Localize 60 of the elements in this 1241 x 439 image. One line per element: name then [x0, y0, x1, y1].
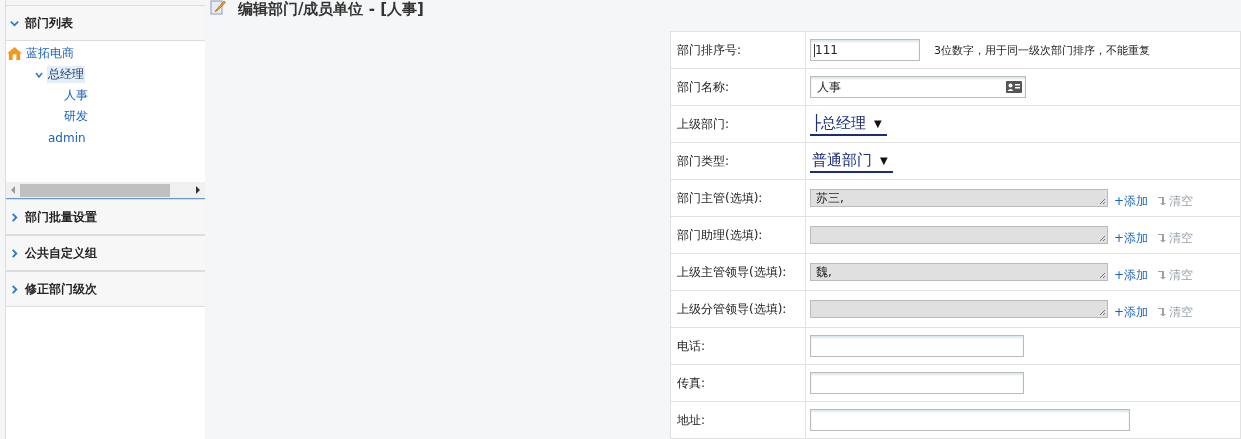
- tree-item[interactable]: admin: [47, 130, 87, 145]
- edit-icon: [210, 0, 226, 15]
- dropdown[interactable]: 普通部门 ▼: [810, 149, 893, 173]
- chevron-icon: [10, 18, 19, 28]
- tree-item[interactable]: 蓝拓电商: [25, 45, 75, 62]
- chevron-icon: [10, 212, 19, 222]
- hint-text: 3位数字，用于同一级次部门排序，不能重复: [934, 42, 1150, 58]
- field-label: 部门助理(选填):: [677, 227, 763, 242]
- input-field[interactable]: 111: [810, 39, 920, 61]
- add-link[interactable]: +添加: [1114, 303, 1149, 321]
- input-field[interactable]: [810, 409, 1130, 431]
- field-label: 部门排序号:: [677, 42, 742, 57]
- clear-icon: [1157, 270, 1168, 280]
- chevron-icon: [10, 248, 19, 258]
- field-label: 地址:: [677, 412, 706, 427]
- input-field[interactable]: [810, 335, 1024, 357]
- input-field[interactable]: 人事: [810, 76, 1026, 98]
- resize-grip-icon[interactable]: [1098, 197, 1106, 205]
- field-label: 部门名称:: [677, 79, 730, 94]
- add-link[interactable]: +添加: [1114, 192, 1149, 210]
- expand-icon[interactable]: [35, 70, 43, 79]
- section-header[interactable]: 修正部门级次: [6, 271, 205, 307]
- add-link[interactable]: +添加: [1114, 229, 1149, 247]
- section-title: 部门批量设置: [25, 208, 97, 226]
- add-link[interactable]: +添加: [1114, 266, 1149, 284]
- text-area[interactable]: 魏,: [810, 263, 1108, 281]
- tree-item[interactable]: 研发: [63, 108, 89, 125]
- contact-card-icon: [1006, 81, 1022, 93]
- section-title: 修正部门级次: [25, 280, 97, 298]
- field-label: 部门主管(选填):: [677, 190, 763, 205]
- tree-item[interactable]: 总经理: [47, 66, 85, 83]
- page-title: 编辑部门/成员单位 - [人事]: [238, 0, 424, 19]
- horizontal-scrollbar[interactable]: [6, 182, 205, 198]
- field-label: 传真:: [677, 375, 706, 390]
- resize-grip-icon[interactable]: [1098, 234, 1106, 242]
- field-label: 部门类型:: [677, 153, 730, 168]
- text-area[interactable]: 苏三,: [810, 189, 1108, 207]
- resize-grip-icon[interactable]: [1098, 308, 1106, 316]
- section-title: 公共自定义组: [25, 244, 97, 262]
- section-header[interactable]: 公共自定义组: [6, 235, 205, 271]
- field-label: 电话:: [677, 338, 706, 353]
- chevron-icon: [10, 284, 19, 294]
- clear-icon: [1157, 307, 1168, 317]
- home-icon: [6, 46, 23, 61]
- text-area[interactable]: [810, 226, 1108, 244]
- field-label: 上级分管领导(选填):: [677, 301, 787, 316]
- resize-grip-icon[interactable]: [1098, 271, 1106, 279]
- section-title: 部门列表: [25, 14, 73, 32]
- field-label: 上级主管领导(选填):: [677, 264, 787, 279]
- scroll-left-icon[interactable]: [10, 186, 16, 194]
- field-label: 上级部门:: [677, 116, 730, 131]
- clear-icon: [1157, 196, 1168, 206]
- text-area[interactable]: [810, 300, 1108, 318]
- section-header[interactable]: 部门列表: [6, 5, 205, 41]
- section-header[interactable]: 部门批量设置: [6, 199, 205, 235]
- clear-icon: [1157, 233, 1168, 243]
- dropdown[interactable]: ├总经理 ▼: [810, 112, 887, 136]
- tree-item[interactable]: 人事: [63, 87, 89, 104]
- input-field[interactable]: [810, 372, 1024, 394]
- scroll-right-icon[interactable]: [195, 186, 201, 194]
